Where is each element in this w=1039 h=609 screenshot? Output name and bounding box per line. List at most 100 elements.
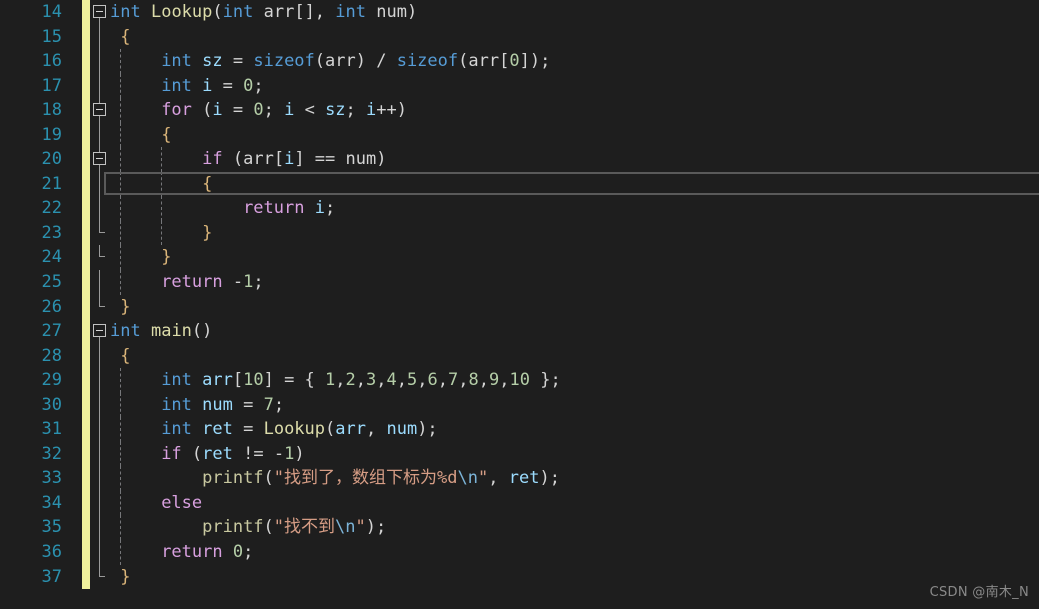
code-text[interactable]: if (ret != -1) [110,442,304,467]
change-indicator-bar [82,368,90,393]
collapse-minus-icon[interactable] [93,103,106,117]
outlining-column[interactable] [92,490,108,516]
code-text[interactable]: } [110,221,212,246]
outlining-column[interactable] [92,441,108,467]
code-line[interactable]: 15 { [0,24,1039,50]
outlining-column[interactable] [92,245,108,270]
outlining-column[interactable] [92,319,108,344]
outlining-column[interactable] [92,417,108,442]
code-text[interactable]: if (arr[i] == num) [110,147,386,172]
code-text[interactable]: int arr[10] = { 1,2,3,4,5,6,7,8,9,10 }; [110,368,561,393]
code-text[interactable]: int i = 0; [110,74,263,99]
token-cbr: { [120,26,131,47]
outlining-column[interactable] [92,220,108,246]
collapse-minus-icon[interactable] [93,324,106,338]
token-num: 1 [325,370,336,391]
code-text[interactable]: } [110,295,130,320]
outlining-column[interactable] [92,392,108,418]
line-number: 22 [41,198,62,219]
code-text[interactable]: int num = 7; [110,393,284,418]
code-text[interactable]: { [110,25,131,50]
code-text[interactable]: else [110,491,202,516]
outlining-column[interactable] [92,171,108,197]
outlining-column[interactable] [92,24,108,50]
code-line[interactable]: 19 { [0,122,1039,148]
token-fn: Lookup [263,419,326,440]
outlining-column[interactable] [92,270,108,295]
code-text[interactable]: int sz = sizeof(arr) / sizeof(arr[0]); [110,49,550,74]
structure-line [99,49,100,74]
code-text[interactable]: printf("找到了，数组下标为%d\n", ret); [110,466,560,491]
outlining-column[interactable] [92,294,108,320]
code-text[interactable]: } [110,245,171,270]
change-indicator-bar [82,564,90,590]
token-br: ( [314,51,326,72]
token-str: " [355,517,366,538]
token-str: "找不到 [273,517,336,538]
change-indicator-bar [82,392,90,418]
outlining-column[interactable] [92,98,108,123]
outlining-column[interactable] [92,515,108,541]
collapse-minus-icon[interactable] [93,5,106,18]
outlining-column[interactable] [92,368,108,393]
token-esc: \n [457,468,478,489]
code-text[interactable]: printf("找不到\n"); [110,515,386,540]
outlining-column[interactable] [92,564,108,590]
outlining-column[interactable] [92,73,108,99]
code-line[interactable]: 17 int i = 0; [0,73,1039,99]
outlining-column[interactable] [92,466,108,491]
code-line[interactable]: 21 { [0,171,1039,197]
code-text[interactable]: int main() [110,319,212,344]
code-text[interactable]: for (i = 0; i < sz; i++) [110,98,407,123]
code-line[interactable]: 28 { [0,343,1039,369]
code-line[interactable]: 18 for (i = 0; i < sz; i++) [0,98,1039,123]
code-line[interactable]: 20 if (arr[i] == num) [0,147,1039,172]
code-line[interactable]: 26 } [0,294,1039,320]
code-text[interactable]: int ret = Lookup(arr, num); [110,417,437,442]
code-line[interactable]: 33 printf("找到了，数组下标为%d\n", ret); [0,466,1039,491]
outlining-column[interactable] [92,49,108,74]
code-line[interactable]: 35 printf("找不到\n"); [0,515,1039,541]
code-line[interactable]: 29 int arr[10] = { 1,2,3,4,5,6,7,8,9,10 … [0,368,1039,393]
token-br: = [222,100,254,121]
code-line[interactable]: 23 } [0,220,1039,246]
code-text[interactable]: { [110,172,212,197]
code-text[interactable]: return -1; [110,270,263,295]
token-br [110,51,161,71]
outlining-column[interactable] [92,0,108,25]
code-line[interactable]: 27 int main() [0,319,1039,344]
outlining-column[interactable] [92,540,108,565]
code-text[interactable]: return i; [110,196,335,221]
line-number: 32 [41,443,62,464]
code-text[interactable]: return 0; [110,540,253,565]
token-br [110,125,161,145]
outlining-column[interactable] [92,196,108,221]
collapse-minus-icon[interactable] [93,152,106,166]
token-br: }; [530,370,561,391]
code-text[interactable]: } [110,565,130,590]
code-line[interactable]: 30 int num = 7; [0,392,1039,418]
code-text[interactable]: { [110,123,171,148]
outlining-column[interactable] [92,147,108,172]
code-line[interactable]: 32 if (ret != -1) [0,441,1039,467]
editor-surface[interactable]: 14 int Lookup(int arr[], int num) 15 {16 i… [0,0,1039,609]
code-line[interactable]: 34 else [0,490,1039,516]
token-br [110,223,202,243]
outlining-column[interactable] [92,343,108,369]
code-line[interactable]: 37 } [0,564,1039,590]
code-text[interactable]: { [110,344,130,369]
outlining-column[interactable] [92,122,108,148]
token-br: ( [222,149,244,170]
code-line[interactable]: 25 return -1; [0,270,1039,295]
change-indicator-bar [82,171,90,197]
code-line[interactable]: 22 return i; [0,196,1039,221]
code-line[interactable]: 14 int Lookup(int arr[], int num) [0,0,1039,25]
token-ctl: return [161,542,223,563]
code-line[interactable]: 31 int ret = Lookup(arr, num); [0,417,1039,442]
code-line[interactable]: 24 } [0,245,1039,271]
token-ctl: if [161,443,182,464]
code-line[interactable]: 16 int sz = sizeof(arr) / sizeof(arr[0])… [0,49,1039,74]
code-line[interactable]: 36 return 0; [0,540,1039,565]
code-text[interactable]: int Lookup(int arr[], int num) [110,0,417,25]
change-indicator-bar [82,466,90,491]
